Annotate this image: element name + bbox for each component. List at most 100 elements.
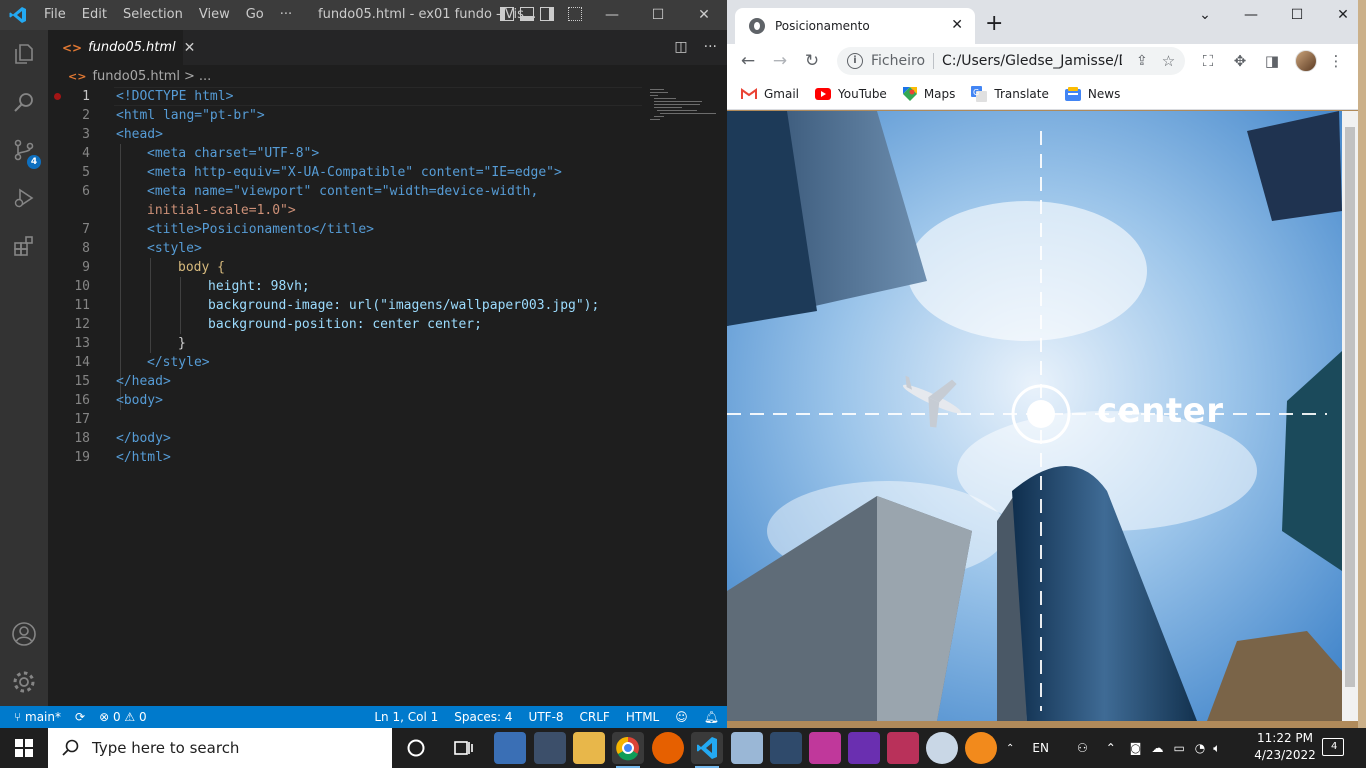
chevron-up-icon[interactable]: ⌃ xyxy=(1106,741,1116,755)
extensions-puzzle-icon[interactable]: ✥ xyxy=(1231,52,1249,70)
page-scrollbar[interactable] xyxy=(1342,111,1358,721)
menu-file[interactable]: File xyxy=(36,0,74,30)
bookmark-news[interactable]: News xyxy=(1064,86,1120,101)
reload-icon[interactable]: ↻ xyxy=(801,50,823,72)
bookmark-maps[interactable]: Maps xyxy=(902,86,955,101)
customize-layout-icon[interactable] xyxy=(568,7,582,21)
profile-avatar[interactable] xyxy=(1295,50,1317,72)
settings-gear-icon[interactable] xyxy=(0,658,48,706)
access-app-icon[interactable] xyxy=(887,732,919,764)
visual-studio-icon[interactable] xyxy=(848,732,880,764)
explorer-icon[interactable] xyxy=(0,30,48,78)
breadcrumb-file[interactable]: fundo05.html xyxy=(92,69,180,84)
camera-icon[interactable]: ◙ xyxy=(1130,741,1142,755)
cortana-icon[interactable] xyxy=(400,732,432,764)
background-photo xyxy=(727,111,1342,721)
tab-search-icon[interactable]: ⌄ xyxy=(1182,0,1228,30)
minimize-button[interactable]: — xyxy=(1228,0,1274,30)
firefox-icon[interactable] xyxy=(652,732,684,764)
page-viewport[interactable]: center xyxy=(727,111,1342,721)
run-debug-icon[interactable] xyxy=(0,174,48,222)
split-editor-icon[interactable]: ◫ xyxy=(674,39,687,55)
network-app-icon[interactable] xyxy=(770,732,802,764)
editor-tabs: <> fundo05.html ✕ ◫ ··· xyxy=(48,30,727,65)
toggle-sidebar-icon[interactable] xyxy=(500,7,514,21)
problems-status[interactable]: ⊗ 0 ⚠ 0 xyxy=(99,710,147,724)
extensions-icon[interactable] xyxy=(0,222,48,270)
wifi-icon[interactable]: ◔ xyxy=(1195,741,1205,755)
menu-view[interactable]: View xyxy=(191,0,238,30)
search-icon[interactable] xyxy=(0,78,48,126)
line-ending[interactable]: CRLF xyxy=(580,710,610,724)
tab-fundo05[interactable]: <> fundo05.html ✕ xyxy=(48,30,195,65)
volume-icon[interactable]: 🔈︎ xyxy=(1213,741,1220,756)
indentation[interactable]: Spaces: 4 xyxy=(454,710,512,724)
contacts-app-icon[interactable] xyxy=(494,732,526,764)
gmail-icon xyxy=(741,87,757,99)
start-button[interactable] xyxy=(0,728,48,768)
new-tab-icon[interactable]: + xyxy=(985,13,1003,35)
toggle-panel-icon[interactable] xyxy=(520,7,534,21)
side-panel-icon[interactable]: ◨ xyxy=(1263,52,1281,70)
paint-app-icon[interactable] xyxy=(926,732,958,764)
chrome-menu-icon[interactable]: ⋮ xyxy=(1327,52,1345,70)
info-icon[interactable]: i xyxy=(847,53,863,69)
feedback-icon[interactable]: ☺ xyxy=(675,710,688,724)
cube-app-icon[interactable] xyxy=(731,732,763,764)
maximize-button[interactable]: ☐ xyxy=(1274,0,1320,30)
close-tab-icon[interactable]: ✕ xyxy=(951,17,963,33)
action-center-icon[interactable]: 4 xyxy=(1322,738,1344,756)
line-number: 2 xyxy=(82,108,90,123)
bookmark-star-icon[interactable]: ☆ xyxy=(1162,52,1175,70)
people-icon[interactable]: ⚇ xyxy=(1077,741,1088,755)
vscode-taskbar-icon[interactable] xyxy=(691,732,723,768)
system-tray: ⌃ EN ⚇ ⌃ ◙ ☁ ▭ ◔ 🔈︎ xyxy=(1006,728,1220,768)
bookmark-youtube[interactable]: YouTube xyxy=(815,87,887,101)
taskbar-search[interactable]: Type here to search xyxy=(48,728,392,768)
source-control-icon[interactable]: 4 xyxy=(0,126,48,174)
tab-close-icon[interactable]: ✕ xyxy=(184,40,196,56)
menu-more[interactable]: ··· xyxy=(272,0,300,30)
desktop-edge xyxy=(1358,0,1366,728)
forward-arrow-icon[interactable]: → xyxy=(769,50,791,72)
close-button[interactable]: ✕ xyxy=(681,0,727,30)
onedrive-cloud-icon[interactable]: ☁ xyxy=(1151,741,1163,755)
menu-edit[interactable]: Edit xyxy=(74,0,115,30)
browser-tab-title: Posicionamento xyxy=(775,19,870,33)
address-bar[interactable]: i Ficheiro C:/Users/Gledse_Jamisse/D... … xyxy=(837,47,1185,75)
clock[interactable]: 11:22 PM 4/23/2022 xyxy=(1250,730,1320,764)
accounts-icon[interactable] xyxy=(0,610,48,658)
maximize-button[interactable]: ☐ xyxy=(635,0,681,30)
code-editor[interactable]: 1 2 3 4 5 6 7 8 9 10 11 12 13 14 15 16 1… xyxy=(48,87,727,706)
menu-go[interactable]: Go xyxy=(238,0,272,30)
minimap[interactable] xyxy=(648,87,718,127)
stats-app-icon[interactable] xyxy=(965,732,997,764)
input-language[interactable]: EN xyxy=(1032,741,1049,755)
breadcrumb-rest[interactable]: ... xyxy=(199,69,211,84)
bookmark-gmail[interactable]: Gmail xyxy=(741,87,799,101)
minimize-button[interactable]: — xyxy=(589,0,635,30)
back-arrow-icon[interactable]: ← xyxy=(737,50,759,72)
battery-icon[interactable]: ▭ xyxy=(1173,741,1184,755)
share-icon[interactable]: ⇪ xyxy=(1136,53,1148,69)
app-m-icon[interactable] xyxy=(809,732,841,764)
scrollbar-thumb[interactable] xyxy=(1345,127,1355,687)
task-view-icon[interactable] xyxy=(447,732,479,764)
search-icon xyxy=(62,739,79,756)
cursor-position[interactable]: Ln 1, Col 1 xyxy=(374,710,438,724)
branch-status[interactable]: ⑂ main* xyxy=(14,710,61,724)
language-mode[interactable]: HTML xyxy=(626,710,659,724)
chrome-taskbar-icon[interactable] xyxy=(612,732,644,768)
tray-overflow-icon[interactable]: ⌃ xyxy=(1006,743,1014,754)
menu-selection[interactable]: Selection xyxy=(115,0,191,30)
desktop-app-icon[interactable] xyxy=(534,732,566,764)
notifications-bell-icon[interactable]: 🔔︎ xyxy=(704,710,719,724)
bookmark-translate[interactable]: G Translate xyxy=(971,85,1049,102)
more-actions-icon[interactable]: ··· xyxy=(704,39,717,55)
file-explorer-icon[interactable] xyxy=(573,732,605,764)
screenshot-icon[interactable]: ⛶ xyxy=(1199,52,1217,70)
browser-tab[interactable]: Posicionamento ✕ xyxy=(735,8,975,44)
encoding[interactable]: UTF-8 xyxy=(529,710,564,724)
toggle-secondary-sidebar-icon[interactable] xyxy=(540,7,554,21)
sync-icon[interactable]: ⟳ xyxy=(75,710,85,724)
